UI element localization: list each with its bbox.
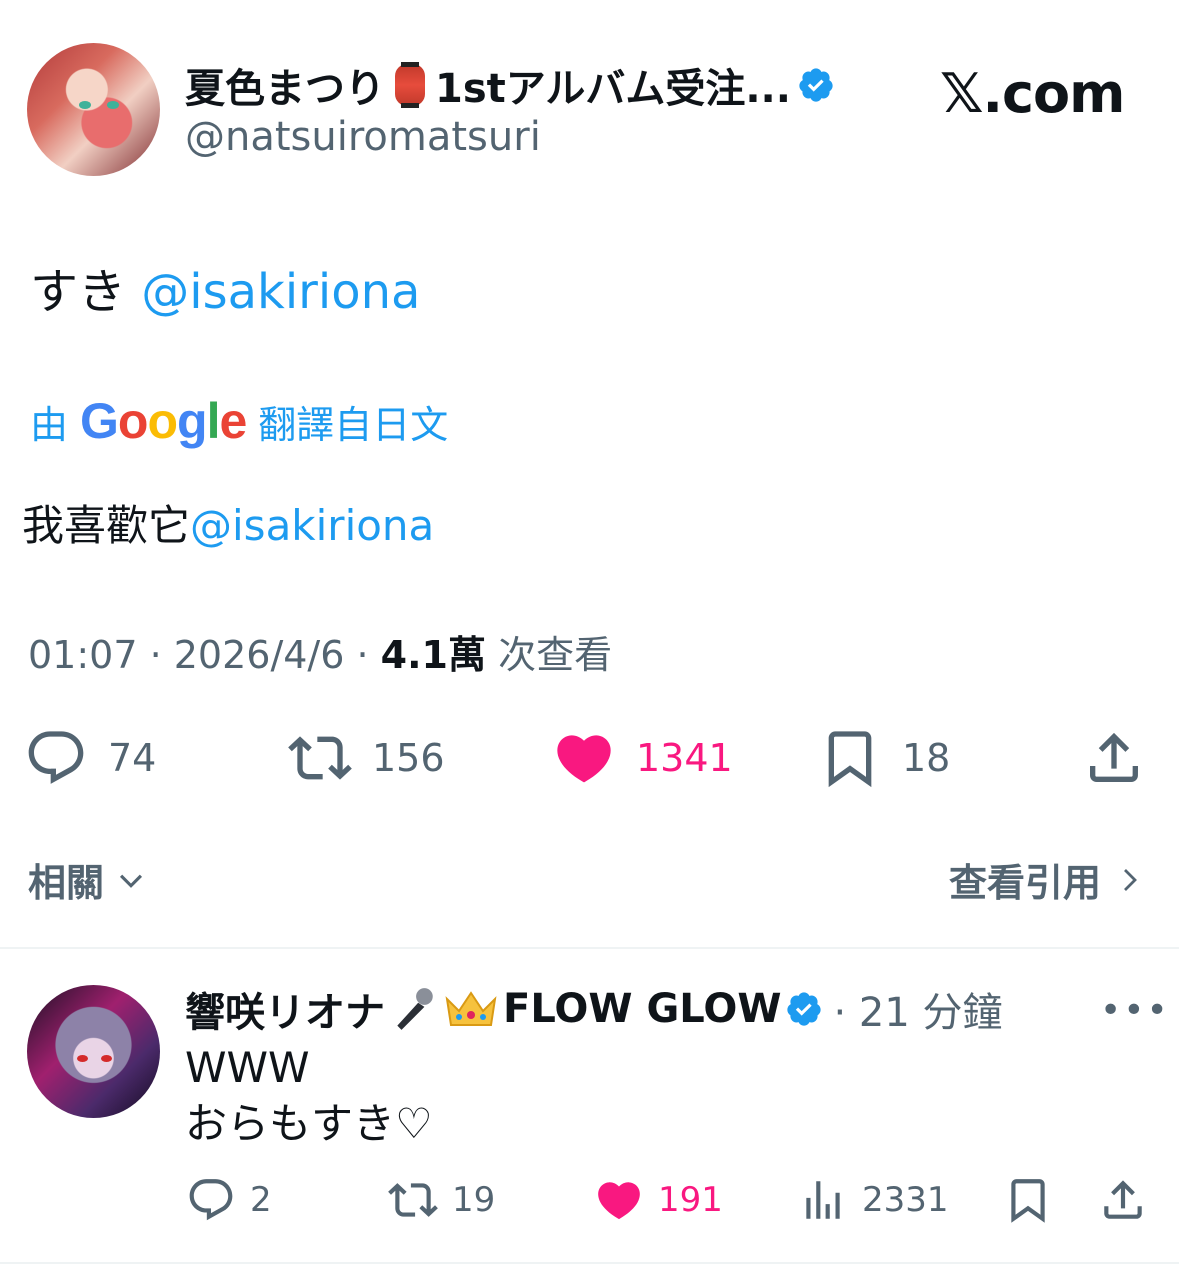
bookmark-count: 18 [902, 736, 951, 780]
reply-reply-button[interactable]: 2 [186, 1168, 272, 1232]
lantern-emoji-icon [395, 62, 425, 108]
translated-body: 我喜歡它 [22, 501, 191, 550]
view-quotes-link[interactable]: 查看引用 [949, 852, 1145, 907]
share-icon [1090, 732, 1138, 782]
reply-name-suffix: FLOW GLOW [503, 986, 782, 1032]
retweet-icon [388, 1183, 438, 1217]
like-button[interactable]: 1341 [552, 718, 733, 798]
author-avatar[interactable] [27, 43, 160, 176]
view-quotes-label: 查看引用 [948, 861, 1101, 905]
author-name-text: 夏色まつり [185, 66, 385, 112]
reply-author-avatar[interactable] [27, 985, 160, 1118]
bookmark-icon [1011, 1179, 1045, 1223]
site-logo[interactable]: 𝕏.com [940, 62, 1125, 125]
reply-text: WWW おらもすき♡ [185, 1043, 433, 1148]
reply-icon [28, 731, 84, 784]
views-label: 次查看 [498, 633, 613, 677]
verified-badge-icon [787, 992, 822, 1026]
reply-icon [189, 1179, 233, 1221]
heart-icon [598, 1182, 640, 1220]
reply-retweet-button[interactable]: 19 [388, 1168, 495, 1232]
bookmark-icon [828, 731, 872, 788]
translation-attribution[interactable]: 由 Google 翻譯自日文 [30, 392, 448, 450]
tweet-text: すき @isakiriona [30, 252, 420, 322]
author-handle[interactable]: @natsuiromatsuri [185, 114, 541, 160]
avatar-eye [77, 1055, 88, 1062]
reply-views-button[interactable]: 2331 [798, 1168, 949, 1232]
avatar-eye [107, 101, 119, 109]
like-count: 1341 [636, 736, 733, 780]
translate-suffix: 翻譯自日文 [258, 402, 449, 447]
reply-like-button[interactable]: 191 [594, 1168, 723, 1232]
related-label: 相關 [28, 861, 105, 905]
divider [0, 947, 1179, 949]
author-name-suffix: 1stアルバム受注... [435, 66, 791, 112]
avatar-eye [79, 101, 91, 109]
reply-name-text: 響咲リオナ [185, 990, 385, 1036]
divider [0, 1262, 1179, 1264]
tweet-text-body: すき [30, 264, 142, 320]
reply-count: 74 [108, 736, 157, 780]
reply-bookmark-button[interactable] [1003, 1168, 1053, 1232]
reply-like-count: 191 [658, 1180, 723, 1220]
tweet-action-bar: 74 156 1341 18 [0, 718, 1179, 798]
verified-badge-icon [799, 68, 833, 102]
author-display-name[interactable]: 夏色まつり 1stアルバム受注... [185, 56, 835, 114]
crown-emoji-icon [445, 991, 497, 1026]
chevron-right-icon [1124, 868, 1137, 891]
views-count: 4.1萬 [380, 633, 486, 677]
related-toggle[interactable]: 相關 [28, 852, 148, 907]
chevron-down-icon [119, 874, 143, 888]
avatar-eye [101, 1055, 112, 1062]
tweet-timestamp[interactable]: 01:07 · 2026/4/6 · [28, 633, 369, 677]
bookmark-button[interactable]: 18 [818, 718, 950, 798]
share-icon [1104, 1180, 1142, 1219]
microphone-emoji-icon [397, 988, 433, 1030]
retweet-count: 156 [372, 736, 445, 780]
retweet-icon [288, 736, 352, 780]
reply-button[interactable]: 74 [24, 718, 156, 798]
reply-author-name[interactable]: 響咲リオナ FLOW GLOW · 21 分鐘 [185, 980, 1003, 1038]
translate-prefix: 由 [30, 402, 69, 447]
reply-reply-count: 2 [250, 1180, 272, 1220]
heart-icon [557, 735, 611, 783]
reply-share-button[interactable] [1098, 1168, 1148, 1232]
tweet-meta: 01:07 · 2026/4/6 · 4.1萬 次查看 [28, 624, 612, 679]
reply-timestamp[interactable]: · 21 分鐘 [833, 980, 1002, 1038]
google-logo: Google [80, 393, 247, 449]
reply-views-count: 2331 [862, 1180, 949, 1220]
views-icon [806, 1181, 840, 1219]
reply-action-bar: 2 19 191 2331 [0, 1168, 1179, 1232]
translated-mention-link[interactable]: @isakiriona [190, 501, 434, 550]
translated-text: 我喜歡它@isakiriona [22, 492, 434, 553]
reply-retweet-count: 19 [452, 1180, 496, 1220]
retweet-button[interactable]: 156 [288, 718, 445, 798]
mention-link[interactable]: @isakiriona [141, 264, 420, 320]
share-button[interactable] [1082, 718, 1146, 798]
more-icon[interactable]: ••• [1100, 990, 1170, 1031]
